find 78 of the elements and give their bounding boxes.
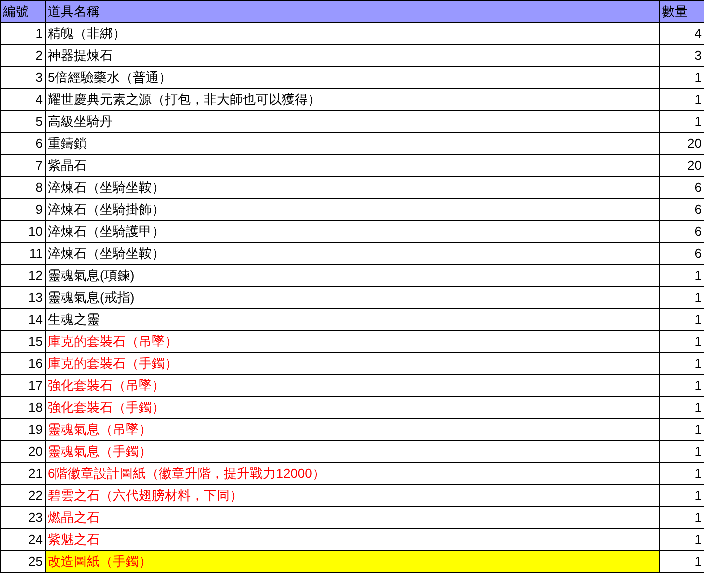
- number-cell: 8: [0, 176, 46, 198]
- number-cell: 15: [0, 330, 46, 352]
- item-name: 淬煉石（坐騎護甲）: [48, 224, 165, 239]
- quantity-cell: 1: [660, 110, 704, 132]
- quantity-cell: 1: [660, 330, 704, 352]
- quantity-cell: 1: [660, 418, 704, 440]
- item-name: 淬煉石（坐騎坐鞍）: [48, 180, 165, 195]
- item-name: 靈魂氣息（手鐲）: [48, 444, 152, 459]
- item-name: 碧雲之石（六代翅膀材料，下同）: [48, 488, 243, 503]
- number-cell: 9: [0, 198, 46, 220]
- column-header: 編號: [0, 0, 46, 22]
- item-name: 強化套裝石（手鐲）: [48, 400, 165, 415]
- number-cell: 22: [0, 484, 46, 506]
- quantity-cell: 20: [660, 132, 704, 154]
- item-name: 淬煉石（坐騎掛飾）: [48, 202, 165, 217]
- quantity-cell: 1: [660, 440, 704, 462]
- column-header: 數量: [660, 0, 704, 22]
- item-name: 紫晶石: [48, 158, 87, 173]
- number-cell: 2: [0, 44, 46, 66]
- quantity-cell: 1: [660, 396, 704, 418]
- item-name: 重鑄鎖: [48, 136, 87, 151]
- item-name: 生魂之靈: [48, 312, 100, 327]
- number-cell: 24: [0, 528, 46, 550]
- quantity-cell: 1: [660, 88, 704, 110]
- quantity-cell: 6: [660, 242, 704, 264]
- item-name: 靈魂氣息(項鍊): [48, 268, 135, 283]
- number-cell: 7: [0, 154, 46, 176]
- item-name: 淬煉石（坐騎坐鞍）: [48, 246, 165, 261]
- item-name: 神器提煉石: [48, 48, 113, 63]
- item-name: 紫魅之石: [48, 532, 100, 547]
- number-cell: 18: [0, 396, 46, 418]
- item-name: 庫克的套裝石（吊墜）: [48, 334, 178, 349]
- item-name: 5倍經驗藥水（普通）: [48, 70, 172, 85]
- quantity-cell: 4: [660, 22, 704, 44]
- item-name: 高級坐騎丹: [48, 114, 113, 129]
- number-cell: 1: [0, 22, 46, 44]
- quantity-cell: 1: [660, 550, 704, 572]
- item-name: 耀世慶典元素之源（打包，非大師也可以獲得）: [48, 92, 321, 107]
- quantity-cell: 1: [660, 264, 704, 286]
- quantity-cell: 1: [660, 286, 704, 308]
- item-name: 6階徽章設計圖紙（徽章升階，提升戰力12000）: [48, 466, 326, 481]
- quantity-cell: 1: [660, 484, 704, 506]
- quantity-cell: 3: [660, 44, 704, 66]
- number-cell: 5: [0, 110, 46, 132]
- number-cell: 19: [0, 418, 46, 440]
- quantity-cell: 20: [660, 154, 704, 176]
- quantity-cell: 1: [660, 374, 704, 396]
- number-cell: 13: [0, 286, 46, 308]
- number-cell: 14: [0, 308, 46, 330]
- quantity-cell: 1: [660, 308, 704, 330]
- number-cell: 16: [0, 352, 46, 374]
- number-cell: 25: [0, 550, 46, 572]
- number-cell: 23: [0, 506, 46, 528]
- item-name: 靈魂氣息(戒指): [48, 290, 135, 305]
- number-cell: 6: [0, 132, 46, 154]
- column-header: 道具名稱: [46, 0, 660, 22]
- number-cell: 17: [0, 374, 46, 396]
- item-name: 強化套裝石（吊墜）: [48, 378, 165, 393]
- quantity-cell: 1: [660, 528, 704, 550]
- item-name: 燃晶之石: [48, 510, 100, 525]
- item-name: 改造圖紙（手鐲）: [48, 554, 152, 569]
- quantity-cell: 6: [660, 176, 704, 198]
- number-cell: 11: [0, 242, 46, 264]
- item-name: 精魄（非綁）: [48, 26, 126, 41]
- quantity-cell: 1: [660, 66, 704, 88]
- item-name: 靈魂氣息（吊墜）: [48, 422, 152, 437]
- number-cell: 12: [0, 264, 46, 286]
- quantity-cell: 6: [660, 198, 704, 220]
- number-cell: 4: [0, 88, 46, 110]
- quantity-cell: 1: [660, 352, 704, 374]
- item-name: 庫克的套裝石（手鐲）: [48, 356, 178, 371]
- quantity-cell: 1: [660, 506, 704, 528]
- number-cell: 20: [0, 440, 46, 462]
- quantity-cell: 1: [660, 462, 704, 484]
- quantity-cell: 6: [660, 220, 704, 242]
- number-cell: 10: [0, 220, 46, 242]
- number-cell: 3: [0, 66, 46, 88]
- number-cell: 21: [0, 462, 46, 484]
